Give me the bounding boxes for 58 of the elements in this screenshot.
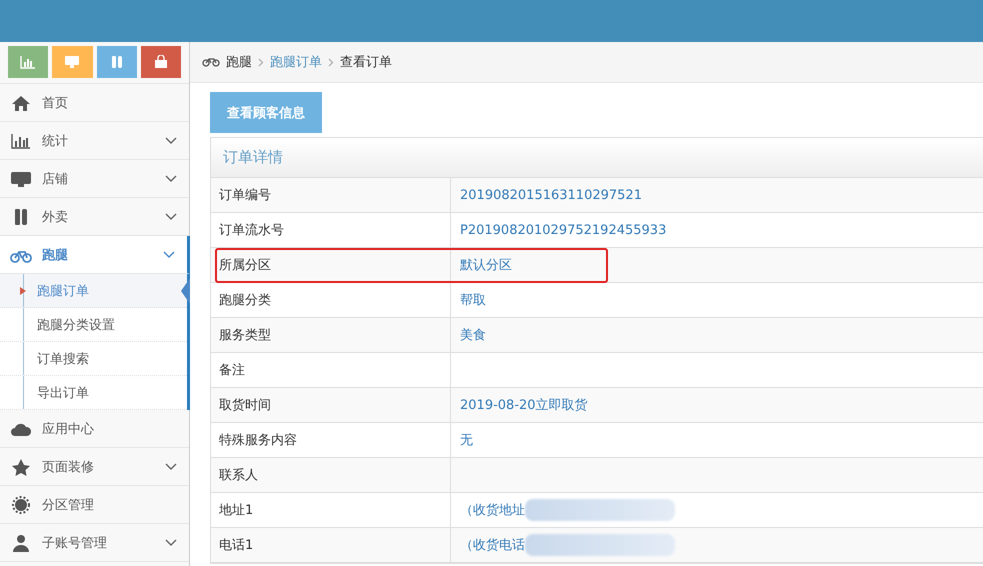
bar-chart-icon bbox=[10, 132, 32, 150]
menu-item[interactable]: 店铺 bbox=[0, 160, 189, 198]
menu-item[interactable]: 分区管理 bbox=[0, 486, 189, 524]
cog-icon bbox=[10, 496, 32, 514]
menu-item[interactable]: 页面装修 bbox=[0, 448, 189, 486]
chevron-icon bbox=[165, 136, 177, 144]
user-icon bbox=[10, 534, 32, 552]
chevron-icon bbox=[165, 462, 177, 470]
chevron-icon bbox=[165, 538, 177, 546]
field-value: P201908201029752192455933 bbox=[460, 222, 666, 238]
submenu-item[interactable]: 订单搜索 bbox=[0, 342, 187, 376]
field-label: 地址1 bbox=[211, 493, 451, 527]
field-label: 特殊服务内容 bbox=[211, 423, 451, 457]
star-icon bbox=[10, 458, 32, 476]
menu-item[interactable]: 首页 bbox=[0, 84, 189, 122]
monitor-icon bbox=[10, 170, 32, 188]
shortcut-button[interactable] bbox=[96, 46, 137, 78]
pointer-icon bbox=[181, 278, 190, 304]
field-label: 所属分区 bbox=[211, 248, 451, 282]
field-label: 跑腿分类 bbox=[211, 283, 451, 317]
field-value: 2019-08-20立即取货 bbox=[460, 397, 588, 414]
bicycle-icon bbox=[202, 57, 220, 67]
chevron-icon bbox=[165, 174, 177, 182]
field-label: 取货时间 bbox=[211, 388, 451, 422]
shortcut-button[interactable] bbox=[8, 46, 48, 78]
breadcrumb-text: 跑腿 bbox=[226, 54, 252, 71]
menu-item[interactable]: 跑腿 bbox=[0, 236, 190, 274]
bar-chart-icon bbox=[20, 55, 36, 69]
field-label: 订单编号 bbox=[211, 178, 451, 212]
separator-icon bbox=[258, 58, 264, 66]
field-value: （收货电话 bbox=[460, 537, 525, 554]
field-value: 2019082015163110297521 bbox=[460, 188, 642, 202]
chevron-icon bbox=[165, 212, 177, 220]
home-icon bbox=[10, 94, 32, 112]
field-value: 默认分区 bbox=[460, 257, 512, 274]
field-value: 帮取 bbox=[460, 292, 486, 309]
menu-item[interactable]: 应用中心 bbox=[0, 410, 189, 448]
submenu-item[interactable]: 跑腿订单 bbox=[0, 274, 187, 308]
field-label: 服务类型 bbox=[211, 318, 451, 352]
separator-icon bbox=[328, 58, 334, 66]
submenu-item[interactable]: 跑腿分类设置 bbox=[0, 308, 187, 342]
submenu-item[interactable]: 导出订单 bbox=[0, 376, 187, 410]
triangle-icon bbox=[20, 287, 26, 295]
field-label: 电话1 bbox=[211, 528, 451, 562]
field-value: （收货地址 bbox=[460, 502, 525, 519]
field-label: 备注 bbox=[211, 353, 451, 387]
menu-item[interactable]: 统计 bbox=[0, 122, 189, 160]
shortcut-button[interactable] bbox=[140, 46, 181, 78]
shortcut-button[interactable] bbox=[52, 46, 92, 78]
field-value: 无 bbox=[460, 432, 473, 449]
monitor-icon bbox=[64, 55, 80, 69]
chevron-icon bbox=[163, 250, 175, 258]
field-value: 美食 bbox=[460, 327, 486, 344]
field-label: 联系人 bbox=[211, 458, 451, 492]
breadcrumb-text: 查看订单 bbox=[340, 54, 392, 71]
menu-item[interactable]: 子账号管理 bbox=[0, 524, 189, 562]
field-label: 订单流水号 bbox=[211, 213, 451, 247]
shopping-bag-icon bbox=[152, 55, 169, 69]
